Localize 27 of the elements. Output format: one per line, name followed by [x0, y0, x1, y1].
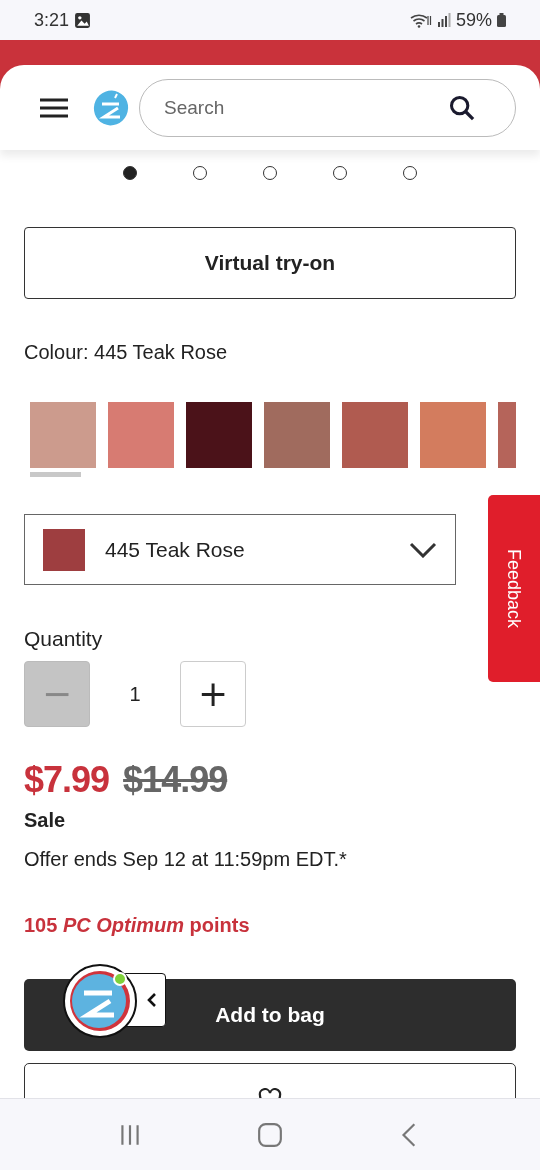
sale-price: $7.99	[24, 759, 110, 801]
wifi-icon	[409, 12, 432, 28]
increase-button[interactable]: +	[180, 661, 246, 727]
chat-assistant-popup[interactable]	[62, 963, 138, 1039]
sale-label: Sale	[24, 809, 67, 832]
carousel-dot[interactable]	[123, 166, 137, 180]
caret-icon	[147, 992, 157, 1008]
search-icon[interactable]	[448, 93, 476, 122]
battery-icon	[497, 13, 506, 27]
quantity-value: 1	[128, 682, 142, 706]
home-icon[interactable]	[257, 1121, 283, 1148]
feedback-tab[interactable]: Feedback	[488, 495, 540, 682]
shade-dropdown[interactable]: 445 Teak Rose	[24, 514, 456, 585]
chevron-down-icon	[409, 541, 437, 558]
image-icon	[74, 11, 92, 29]
quantity-label: Quantity	[24, 627, 104, 651]
clock-time: 3:21	[34, 9, 70, 31]
virtual-try-on-button[interactable]: Virtual try-on	[24, 227, 516, 299]
menu-icon[interactable]	[40, 97, 68, 118]
battery-level: 59%	[455, 9, 492, 31]
original-price: $14.99	[123, 759, 228, 801]
colour-label: Colour: 445 Teak Rose	[24, 340, 229, 364]
signal-icon	[436, 12, 451, 28]
dropdown-value: 445 Teak Rose	[105, 537, 246, 562]
points-text: 105 PC Optimum points	[24, 914, 251, 937]
offer-text: Offer ends Sep 12 at 11:59pm EDT.*	[24, 848, 348, 871]
search-field[interactable]: Search	[139, 78, 516, 137]
